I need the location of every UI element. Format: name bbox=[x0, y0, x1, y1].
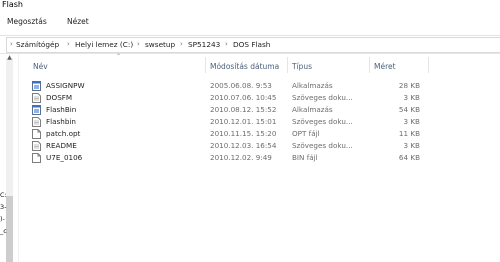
text-document-icon bbox=[32, 117, 41, 127]
file-name: README bbox=[46, 141, 77, 150]
file-type: Szöveges doku... bbox=[292, 117, 353, 126]
file-type: Szöveges doku... bbox=[292, 93, 353, 102]
file-size: 64 KB bbox=[398, 153, 420, 162]
breadcrumb-computer[interactable]: Számítógép bbox=[16, 40, 59, 49]
address-bar: › Számítógép › Helyi lemez (C:) › swsetu… bbox=[0, 36, 500, 54]
column-divider[interactable] bbox=[428, 57, 429, 73]
file-row[interactable]: README 2010.12.03. 16:54 Szöveges doku..… bbox=[18, 140, 428, 152]
file-icon bbox=[32, 153, 41, 163]
file-name: U7E_0106 bbox=[46, 153, 83, 162]
file-row[interactable]: U7E_0106 2010.12.02. 9:49 BIN fájl 64 KB bbox=[18, 152, 428, 164]
app-icon bbox=[32, 105, 41, 115]
file-name: ASSIGNPW bbox=[46, 81, 85, 90]
column-divider[interactable] bbox=[369, 57, 370, 73]
column-header-type[interactable]: Típus bbox=[292, 62, 312, 77]
chevron-right-icon: › bbox=[67, 40, 70, 48]
file-name: DOSFM bbox=[46, 93, 73, 102]
file-name: Flashbin bbox=[46, 117, 76, 126]
file-icon bbox=[32, 129, 41, 139]
breadcrumb[interactable]: › Számítógép › Helyi lemez (C:) › swsetu… bbox=[6, 37, 500, 53]
file-date: 2010.12.03. 16:54 bbox=[210, 141, 277, 150]
nav-item-fragment[interactable]: 3- bbox=[0, 203, 6, 211]
window-title: Flash bbox=[2, 0, 23, 9]
file-row[interactable]: ASSIGNPW 2005.06.08. 9:53 Alkalmazás 28 … bbox=[18, 80, 428, 92]
file-date: 2005.06.08. 9:53 bbox=[210, 81, 272, 90]
file-type: BIN fájl bbox=[292, 153, 318, 162]
file-size: 54 KB bbox=[398, 105, 420, 114]
breadcrumb-sp51243[interactable]: SP51243 bbox=[188, 40, 220, 49]
file-size: 3 KB bbox=[403, 141, 420, 150]
file-date: 2010.08.12. 15:52 bbox=[210, 105, 277, 114]
breadcrumb-dos-flash[interactable]: DOS Flash bbox=[233, 40, 270, 49]
chevron-right-icon: › bbox=[180, 40, 183, 48]
tab-share[interactable]: Megosztás bbox=[7, 17, 47, 26]
file-size: 3 KB bbox=[403, 117, 420, 126]
chevron-right-icon: › bbox=[225, 40, 228, 48]
column-header-size[interactable]: Méret bbox=[374, 62, 396, 77]
ribbon: Megosztás Nézet bbox=[0, 12, 500, 36]
navigation-scrollbar-thumb[interactable] bbox=[6, 196, 13, 262]
nav-item-fragment[interactable]: C: bbox=[0, 191, 7, 199]
file-row[interactable]: patch.opt 2010.11.15. 15:20 OPT fájl 11 … bbox=[18, 128, 428, 140]
chevron-right-icon: › bbox=[137, 40, 140, 48]
text-document-icon bbox=[32, 93, 41, 103]
file-name: FlashBin bbox=[46, 105, 77, 114]
column-divider[interactable] bbox=[287, 57, 288, 73]
text-document-icon bbox=[32, 141, 41, 151]
file-row[interactable]: Flashbin 2010.12.01. 15:01 Szöveges doku… bbox=[18, 116, 428, 128]
file-size: 28 KB bbox=[398, 81, 420, 90]
file-type: Szöveges doku... bbox=[292, 141, 353, 150]
sort-ascending-icon: ⌃ bbox=[116, 53, 122, 60]
file-date: 2010.12.02. 9:49 bbox=[210, 153, 272, 162]
file-row[interactable]: DOSFM 2010.07.06. 10:45 Szöveges doku...… bbox=[18, 92, 428, 104]
file-type: Alkalmazás bbox=[292, 105, 333, 114]
breadcrumb-swsetup[interactable]: swsetup bbox=[145, 40, 175, 49]
column-header-name[interactable]: Név bbox=[33, 62, 48, 77]
file-date: 2010.12.01. 15:01 bbox=[210, 117, 277, 126]
breadcrumb-local-disk[interactable]: Helyi lemez (C:) bbox=[75, 40, 133, 49]
tab-view[interactable]: Nézet bbox=[67, 17, 89, 26]
file-row[interactable]: FlashBin 2010.08.12. 15:52 Alkalmazás 54… bbox=[18, 104, 428, 116]
column-header-date[interactable]: Módosítás dátuma bbox=[210, 62, 279, 77]
app-icon bbox=[32, 81, 41, 91]
file-date: 2010.11.15. 15:20 bbox=[210, 129, 277, 138]
file-type: OPT fájl bbox=[292, 129, 320, 138]
file-name: patch.opt bbox=[46, 129, 81, 138]
nav-item-fragment[interactable]: )- bbox=[0, 215, 5, 223]
chevron-up-icon[interactable]: ▲ bbox=[6, 54, 13, 63]
file-type: Alkalmazás bbox=[292, 81, 333, 90]
file-date: 2010.07.06. 10:45 bbox=[210, 93, 277, 102]
title-bar: Flash bbox=[0, 0, 500, 12]
file-size: 3 KB bbox=[403, 93, 420, 102]
file-size: 11 KB bbox=[398, 129, 420, 138]
chevron-right-icon: › bbox=[10, 40, 13, 48]
nav-item-fragment[interactable]: _c bbox=[0, 227, 7, 235]
navigation-pane: ▲ C: 3- )- _c bbox=[0, 54, 19, 262]
column-divider[interactable] bbox=[205, 57, 206, 73]
